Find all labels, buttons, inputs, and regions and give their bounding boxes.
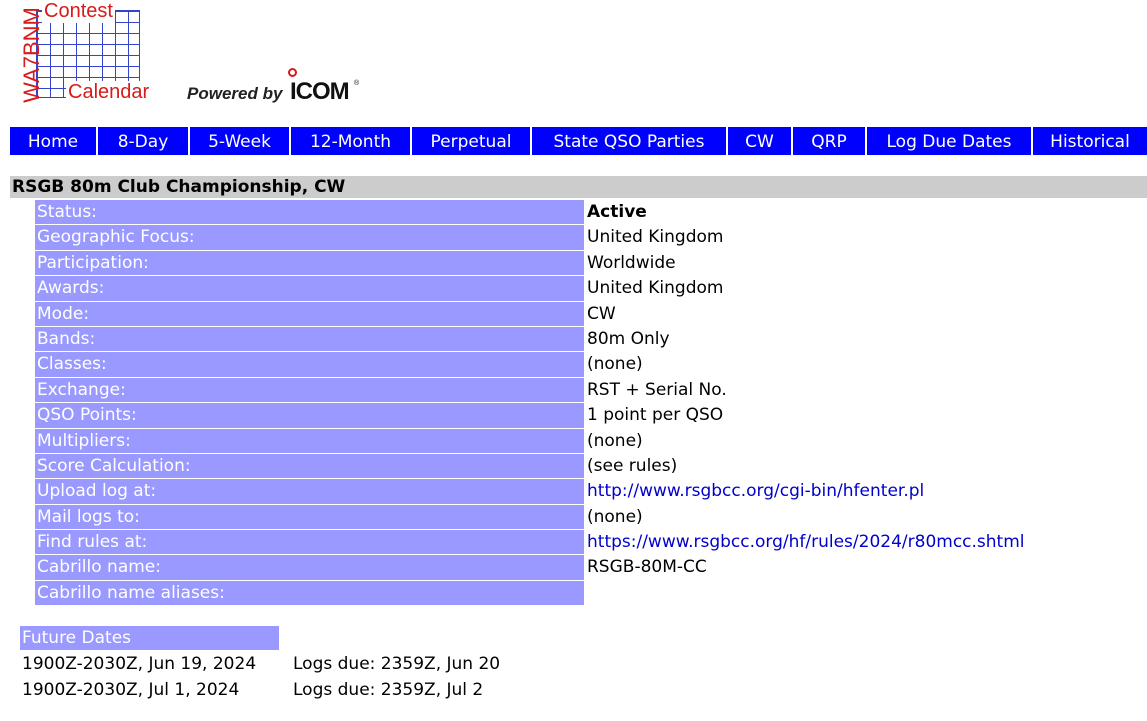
detail-row-multipliers: Multipliers: (none) (35, 428, 1147, 454)
detail-row-upload-log: Upload log at: http://www.rsgbcc.org/cgi… (35, 479, 1147, 505)
detail-row-qso-points: QSO Points: 1 point per QSO (35, 403, 1147, 429)
detail-label: Score Calculation: (35, 453, 584, 480)
site-logo[interactable]: WA7BNM Contest Calendar (10, 0, 170, 103)
detail-label: Find rules at: (35, 530, 584, 556)
detail-row-exchange: Exchange: RST + Serial No. (35, 377, 1147, 404)
detail-row-cabrillo-name: Cabrillo name: RSGB-80M-CC (35, 555, 1147, 581)
future-date: 1900Z-2030Z, Jul 1, 2024 (22, 679, 240, 700)
detail-label: Cabrillo name aliases: (35, 580, 584, 607)
detail-row-mode: Mode: CW (35, 301, 1147, 327)
contest-details-table: Status: Active Geographic Focus: United … (35, 200, 1147, 607)
future-dates-heading: Future Dates (20, 626, 279, 650)
nav-12-month[interactable]: 12-Month (291, 127, 412, 155)
icom-logo[interactable]: ICOM (290, 78, 350, 106)
detail-value-awards: United Kingdom (587, 278, 724, 299)
detail-label: Geographic Focus: (35, 225, 584, 251)
logo-callsign: WA7BNM (18, 7, 44, 103)
nav-state-qso-parties[interactable]: State QSO Parties (532, 127, 728, 155)
powered-by-text: Powered by (187, 84, 283, 103)
nav-historical[interactable]: Historical (1033, 127, 1147, 155)
upload-log-link[interactable]: http://www.rsgbcc.org/cgi-bin/hfenter.pl (587, 481, 924, 501)
main-nav: Home 8-Day 5-Week 12-Month Perpetual Sta… (10, 127, 1147, 155)
logo-contest-text: Contest (42, 0, 115, 23)
nav-8-day[interactable]: 8-Day (98, 127, 190, 155)
detail-label: Status: (35, 200, 584, 226)
detail-value-cabrillo-name: RSGB-80M-CC (587, 557, 707, 578)
detail-label: Upload log at: (35, 479, 584, 505)
logs-due: Logs due: 2359Z, Jun 20 (293, 654, 501, 674)
detail-label: Awards: (35, 276, 584, 302)
logs-due: Logs due: 2359Z, Jul 2 (293, 679, 484, 700)
detail-value-exchange: RST + Serial No. (587, 379, 727, 400)
detail-label: Mode: (35, 301, 584, 327)
detail-value-upload-log: http://www.rsgbcc.org/cgi-bin/hfenter.pl (584, 479, 924, 504)
detail-value-participation: Worldwide (587, 252, 676, 273)
detail-label: Exchange: (35, 377, 584, 404)
nav-cw[interactable]: CW (728, 127, 793, 155)
detail-row-mail-logs: Mail logs to: (none) (35, 504, 1147, 531)
detail-label: Participation: (35, 250, 584, 277)
detail-row-score-calculation: Score Calculation: (see rules) (35, 453, 1147, 480)
nav-5-week[interactable]: 5-Week (190, 127, 291, 155)
detail-row-geographic-focus: Geographic Focus: United Kingdom (35, 225, 1147, 251)
rules-link[interactable]: https://www.rsgbcc.org/hf/rules/2024/r80… (587, 532, 1025, 552)
detail-label: Bands: (35, 326, 584, 353)
detail-row-find-rules: Find rules at: https://www.rsgbcc.org/hf… (35, 530, 1147, 556)
detail-row-cabrillo-aliases: Cabrillo name aliases: (35, 580, 1147, 607)
future-date-row: 1900Z-2030Z, Jun 19, 2024 Logs due: 2359… (22, 652, 500, 678)
nav-qrp[interactable]: QRP (793, 127, 867, 155)
detail-label: Multipliers: (35, 428, 584, 454)
detail-value-bands: 80m Only (587, 328, 670, 349)
contest-title: RSGB 80m Club Championship, CW (10, 176, 1147, 198)
future-dates-list: 1900Z-2030Z, Jun 19, 2024 Logs due: 2359… (22, 652, 500, 703)
detail-value-find-rules: https://www.rsgbcc.org/hf/rules/2024/r80… (584, 530, 1025, 555)
detail-value-status: Active (587, 202, 647, 222)
nav-log-due-dates[interactable]: Log Due Dates (867, 127, 1033, 155)
nav-home[interactable]: Home (10, 127, 98, 155)
detail-value-mail-logs: (none) (587, 506, 643, 527)
detail-row-status: Status: Active (35, 200, 1147, 226)
future-date-row: 1900Z-2030Z, Jul 1, 2024 Logs due: 2359Z… (22, 678, 500, 704)
detail-row-awards: Awards: United Kingdom (35, 276, 1147, 302)
detail-label: QSO Points: (35, 403, 584, 429)
detail-value-score-calculation: (see rules) (587, 455, 678, 476)
icom-logo-dot (288, 68, 297, 77)
detail-label: Cabrillo name: (35, 555, 584, 581)
detail-value-multipliers: (none) (587, 430, 643, 451)
icom-trademark: ® (354, 80, 360, 87)
logo-calendar-text: Calendar (66, 81, 152, 103)
detail-row-classes: Classes: (none) (35, 352, 1147, 378)
detail-value-cabrillo-aliases (584, 581, 587, 606)
detail-label: Classes: (35, 352, 584, 378)
detail-label: Mail logs to: (35, 504, 584, 531)
nav-perpetual[interactable]: Perpetual (412, 127, 532, 155)
detail-row-bands: Bands: 80m Only (35, 326, 1147, 353)
detail-value-qso-points: 1 point per QSO (587, 405, 724, 426)
future-date: 1900Z-2030Z, Jun 19, 2024 (22, 654, 257, 674)
detail-value-geographic-focus: United Kingdom (587, 227, 724, 248)
detail-value-mode: CW (587, 303, 616, 324)
detail-value-classes: (none) (587, 354, 643, 375)
detail-row-participation: Participation: Worldwide (35, 250, 1147, 277)
